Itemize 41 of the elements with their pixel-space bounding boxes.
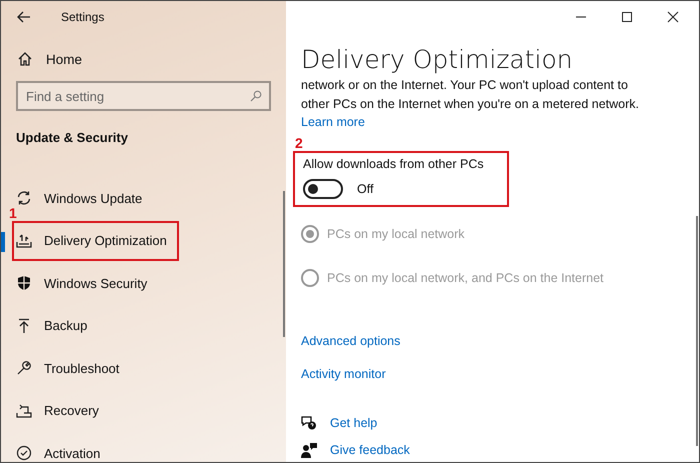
nav-item[interactable]: Delivery Optimization	[16, 230, 167, 252]
radio-label: PCs on my local network	[327, 227, 465, 241]
refresh-icon	[16, 190, 32, 206]
toggle-state: Off	[357, 182, 374, 196]
nav-item[interactable]: Troubleshoot	[16, 357, 120, 380]
close-icon[interactable]	[667, 11, 679, 23]
help-link[interactable]: Get help	[330, 416, 378, 430]
home-icon	[17, 51, 33, 67]
nav-item[interactable]: Activation	[16, 442, 100, 462]
toggle-switch[interactable]	[303, 179, 343, 199]
scrollbar[interactable]	[283, 191, 285, 337]
window-title: Settings	[61, 10, 104, 24]
settings-link[interactable]: Advanced options	[301, 334, 400, 348]
nav-item[interactable]: Backup	[16, 314, 88, 337]
toggle-label: Allow downloads from other PCs	[303, 157, 485, 171]
home-link[interactable]: Home	[1, 33, 286, 67]
description-text: network or on the Internet. Your PC won't upload content to other PCs on the Internet when you're on a metered network.	[301, 77, 640, 113]
nav-item[interactable]: Recovery	[16, 400, 99, 422]
help-chat-icon	[301, 415, 317, 431]
settings-link[interactable]: Activity monitor	[301, 367, 386, 381]
search-icon	[250, 90, 262, 102]
learn-more-link[interactable]: Learn more	[301, 115, 365, 129]
nav-item[interactable]: Windows Security	[16, 272, 148, 294]
nav-item[interactable]: Windows Update	[16, 187, 142, 210]
upload-arrow-icon	[16, 318, 32, 334]
maximize-icon[interactable]	[621, 11, 633, 23]
annotation-number: 2	[295, 135, 303, 151]
section-heading: Update & Security	[15, 129, 129, 145]
scrollbar[interactable]	[696, 216, 698, 446]
check-circle-icon	[16, 445, 32, 462]
search-field[interactable]: Find a setting	[16, 81, 271, 111]
recovery-icon	[16, 402, 32, 419]
help-link[interactable]: Give feedback	[330, 443, 410, 457]
shield-icon	[16, 275, 32, 292]
wrench-icon	[16, 360, 32, 376]
annotation-number: 1	[9, 204, 17, 220]
page-title: Delivery Optimization	[301, 45, 574, 74]
radio-label: PCs on my local network, and PCs on the Internet	[327, 271, 604, 285]
delivery-icon	[16, 232, 32, 249]
feedback-icon	[301, 442, 317, 458]
back-icon[interactable]	[17, 11, 31, 23]
